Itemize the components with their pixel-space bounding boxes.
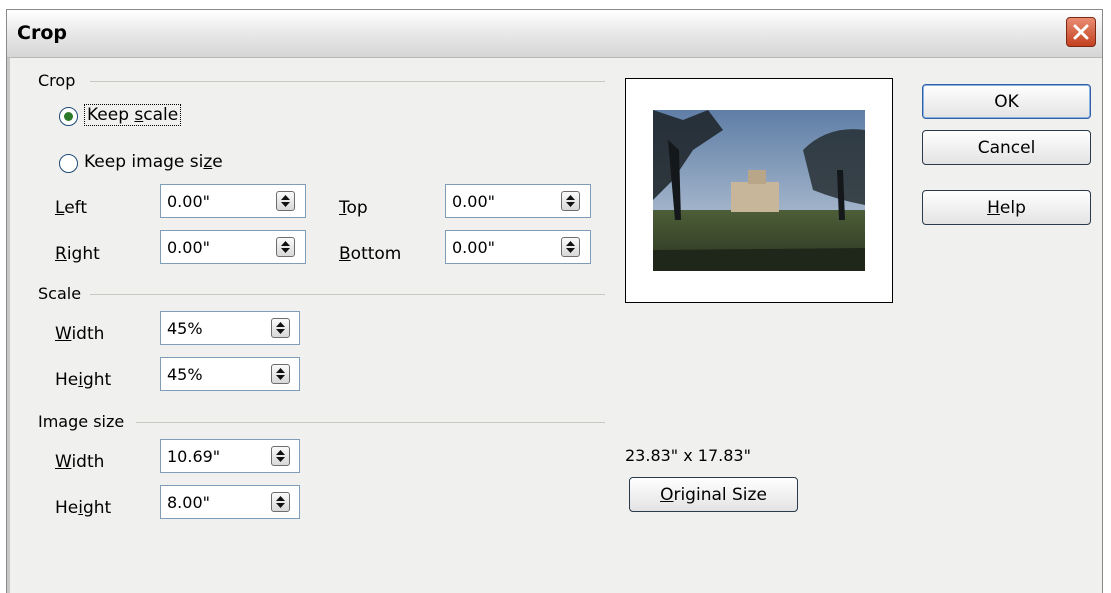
scale-height-label-pre: He — [55, 370, 79, 390]
scale-width-accelerator: W — [55, 324, 72, 344]
top-field[interactable]: 0.00" — [445, 184, 591, 218]
size-height-value: 8.00" — [167, 493, 210, 512]
right-spinner[interactable] — [276, 237, 295, 257]
scale-height-field[interactable]: 45% — [160, 357, 300, 391]
crop-group-label: Crop — [38, 71, 76, 90]
ok-button[interactable]: OK — [922, 84, 1091, 119]
help-accelerator: H — [987, 197, 1000, 218]
top-accelerator: T — [339, 198, 347, 218]
image-size-group-divider — [136, 422, 605, 423]
scale-width-label: Width — [55, 324, 104, 344]
size-width-value: 10.69" — [167, 447, 221, 466]
scale-height-label: Height — [55, 370, 111, 390]
spin-arrows-icon — [566, 241, 575, 253]
image-preview-frame — [625, 78, 893, 303]
scale-group-label: Scale — [38, 284, 82, 303]
keep-scale-label-post: cale — [143, 105, 179, 125]
keep-scale-accelerator: s — [134, 105, 144, 125]
left-label-rest: eft — [64, 198, 87, 218]
keep-image-size-label[interactable]: Keep image size — [84, 152, 223, 172]
spin-arrows-icon — [276, 450, 285, 462]
image-preview-icon — [653, 110, 865, 271]
size-width-label: Width — [55, 452, 104, 472]
size-width-label-rest: idth — [71, 452, 105, 472]
spin-arrows-icon — [566, 195, 575, 207]
dialog-body: Crop Keep scale Keep image size Left 0.0… — [7, 58, 1102, 593]
size-height-spinner[interactable] — [271, 492, 290, 512]
size-height-field[interactable]: 8.00" — [160, 485, 300, 519]
bottom-value: 0.00" — [452, 238, 495, 257]
left-spinner[interactable] — [276, 191, 295, 211]
help-button-label: elp — [999, 197, 1026, 218]
bottom-field[interactable]: 0.00" — [445, 230, 591, 264]
left-field[interactable]: 0.00" — [160, 184, 306, 218]
cancel-button[interactable]: Cancel — [922, 130, 1091, 165]
scale-width-field[interactable]: 45% — [160, 311, 300, 345]
original-size-button[interactable]: Original Size — [629, 477, 798, 512]
size-height-label: Height — [55, 498, 111, 518]
keep-size-label-pre: Keep image si — [84, 152, 204, 172]
bottom-spinner[interactable] — [561, 237, 580, 257]
left-value: 0.00" — [167, 192, 210, 211]
scale-width-spinner[interactable] — [271, 318, 290, 338]
title-bar[interactable]: Crop — [7, 10, 1102, 58]
keep-image-size-radio[interactable] — [59, 154, 78, 173]
right-label-rest: ight — [66, 244, 100, 264]
size-height-label-pre: He — [55, 498, 79, 518]
spin-arrows-icon — [281, 241, 290, 253]
scale-height-label-rest: ght — [82, 370, 112, 390]
crop-group-divider — [90, 81, 605, 82]
original-size-accelerator: O — [660, 484, 674, 505]
dialog-title: Crop — [17, 22, 67, 44]
bottom-label-rest: ottom — [350, 244, 402, 264]
radio-selected-dot — [64, 112, 73, 121]
original-size-label: riginal Size — [673, 484, 767, 505]
scale-group-divider — [90, 294, 605, 295]
right-value: 0.00" — [167, 238, 210, 257]
original-dimensions-text: 23.83" x 17.83" — [625, 446, 751, 465]
scale-width-label-rest: idth — [71, 324, 105, 344]
right-label: Right — [55, 244, 100, 264]
bottom-accelerator: B — [339, 244, 351, 264]
right-accelerator: R — [55, 244, 67, 264]
size-width-field[interactable]: 10.69" — [160, 439, 300, 473]
keep-size-accelerator: z — [203, 152, 213, 172]
left-accelerator: L — [55, 198, 65, 218]
top-label: Top — [339, 198, 368, 218]
right-field[interactable]: 0.00" — [160, 230, 306, 264]
keep-size-label-post: e — [212, 152, 223, 172]
cancel-button-label: Cancel — [977, 137, 1036, 158]
keep-scale-label-pre: Keep — [87, 105, 135, 125]
ok-button-label: OK — [994, 91, 1019, 112]
spin-arrows-icon — [276, 496, 285, 508]
spin-arrows-icon — [281, 195, 290, 207]
scale-height-spinner[interactable] — [271, 364, 290, 384]
spin-arrows-icon — [276, 322, 285, 334]
left-label: Left — [55, 198, 87, 218]
size-width-spinner[interactable] — [271, 446, 290, 466]
top-label-rest: op — [346, 198, 368, 218]
close-icon — [1073, 24, 1089, 40]
bottom-label: Bottom — [339, 244, 401, 264]
size-width-accelerator: W — [55, 452, 72, 472]
size-height-label-rest: ght — [82, 498, 112, 518]
image-size-group-label: Image size — [38, 412, 125, 431]
top-value: 0.00" — [452, 192, 495, 211]
top-spinner[interactable] — [561, 191, 580, 211]
close-button[interactable] — [1066, 17, 1096, 47]
help-button[interactable]: Help — [922, 190, 1091, 225]
keep-scale-label[interactable]: Keep scale — [84, 104, 182, 126]
spin-arrows-icon — [276, 368, 285, 380]
scale-height-value: 45% — [167, 365, 203, 384]
crop-dialog: Crop Crop Keep scale Keep image size Lef… — [6, 9, 1103, 593]
scale-width-value: 45% — [167, 319, 203, 338]
keep-scale-radio[interactable] — [59, 107, 78, 126]
